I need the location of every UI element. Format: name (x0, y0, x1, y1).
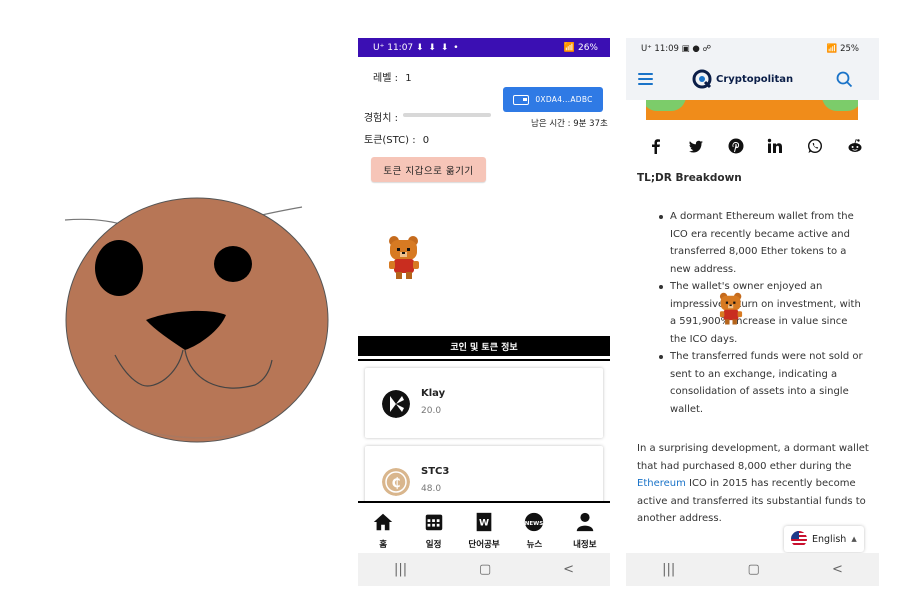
home-button-icon[interactable]: ▢ (479, 562, 491, 577)
coin-value: 20.0 (421, 406, 442, 416)
recent-apps-icon[interactable]: ||| (394, 562, 407, 577)
paragraph-text: In a surprising development, a dormant w… (637, 443, 869, 472)
news-article-screen: U⁺ 11:09 ▣ ● ☍ 📶 25% Cryptopolitan TL;DR… (626, 38, 879, 586)
brand-name: Cryptopolitan (716, 73, 794, 85)
person-icon (576, 512, 594, 532)
section-title: 코인 및 토큰 정보 (358, 336, 610, 356)
signal-icon: 📶 (826, 44, 838, 54)
home-button-icon[interactable]: ▢ (747, 562, 759, 577)
cryptopolitan-logo-icon (692, 69, 712, 89)
twitter-icon[interactable] (688, 138, 704, 154)
screenshot-collage: U⁺ 11:07 ⬇ ⬇ ⬇ • 📶 26% 레벨 : 1 경험치 : 토큰(S… (0, 0, 900, 597)
news-icon: NEWS (525, 512, 544, 532)
article-banner-image (646, 100, 858, 120)
list-item: A dormant Ethereum wallet from the ICO e… (654, 208, 866, 278)
facebook-icon[interactable] (648, 138, 664, 154)
back-icon[interactable]: < (563, 562, 574, 577)
level-value: 1 (405, 73, 412, 84)
site-logo[interactable]: Cryptopolitan (692, 69, 793, 89)
coin-name: STC3 (421, 466, 450, 477)
token-row: 토큰(STC) : 0 (364, 131, 429, 146)
calendar-icon (425, 514, 442, 531)
battery-level: 26% (577, 42, 598, 53)
article-paragraph: In a surprising development, a dormant w… (637, 440, 869, 528)
section-divider (358, 359, 610, 361)
bottom-navigation: 홈 일정 W 단어공부 NEWS 뉴스 내정보 (358, 501, 610, 553)
us-flag-icon (791, 531, 807, 547)
move-to-wallet-button[interactable]: 토큰 지갑으로 옮기기 (371, 157, 486, 182)
tldr-heading: TL;DR Breakdown (637, 172, 742, 184)
game-app-screen: U⁺ 11:07 ⬇ ⬇ ⬇ • 📶 26% 레벨 : 1 경험치 : 토큰(S… (358, 38, 610, 586)
nav-item-news[interactable]: NEWS 뉴스 (509, 503, 559, 553)
svg-text:NEWS: NEWS (525, 521, 543, 527)
nav-item-word-study[interactable]: W 단어공부 (459, 503, 509, 553)
bear-character-overlay[interactable] (718, 292, 744, 326)
xp-progress-bar (403, 113, 491, 117)
level-label: 레벨 : (373, 73, 398, 84)
nav-item-schedule[interactable]: 일정 (408, 503, 458, 553)
menu-icon[interactable] (638, 73, 653, 85)
wallet-icon (513, 94, 530, 105)
xp-label: 경험치 : (363, 113, 398, 124)
carrier-icon: U⁺ (373, 42, 385, 53)
coin-value: 48.0 (421, 484, 442, 494)
language-selector[interactable]: English ▲ (784, 526, 864, 552)
pinterest-icon[interactable] (728, 138, 744, 154)
nav-label: 일정 (425, 540, 442, 550)
whatsapp-icon[interactable] (807, 138, 823, 154)
token-label: 토큰(STC) : (364, 135, 416, 146)
status-bar: U⁺ 11:07 ⬇ ⬇ ⬇ • 📶 26% (358, 38, 610, 57)
status-bar: U⁺ 11:09 ▣ ● ☍ 📶 25% (626, 38, 879, 60)
carrier-icon: U⁺ (641, 44, 652, 54)
nav-label: 내정보 (573, 540, 597, 550)
bear-face-drawing (64, 197, 329, 443)
back-icon[interactable]: < (832, 562, 843, 577)
status-time: 11:07 (387, 42, 414, 53)
xp-row: 경험치 : (358, 109, 398, 124)
remaining-time: 남은 시간 : 9분 37초 (531, 119, 608, 129)
bear-character-sprite[interactable] (387, 235, 421, 281)
nav-label: 단어공부 (468, 540, 500, 550)
search-icon[interactable] (836, 71, 853, 88)
home-icon (374, 513, 393, 531)
language-label: English (812, 533, 847, 545)
wallet-address-button[interactable]: 0XDA4...ADBC (503, 87, 603, 112)
nav-item-my-info[interactable]: 내정보 (560, 503, 610, 553)
token-value: 0 (422, 135, 430, 146)
level-row: 레벨 : 1 (358, 69, 412, 84)
system-navigation-bar: ||| ▢ < (626, 553, 879, 586)
reddit-icon[interactable] (847, 138, 863, 154)
wallet-address: 0XDA4...ADBC (535, 95, 593, 104)
ethereum-link[interactable]: Ethereum (637, 478, 686, 489)
share-bar (648, 138, 863, 154)
nav-item-home[interactable]: 홈 (358, 503, 408, 553)
coin-card-klay[interactable]: Klay 20.0 (365, 368, 603, 438)
nav-label: 뉴스 (526, 540, 543, 550)
notification-icons: ▣ ● ☍ (681, 44, 712, 54)
linkedin-icon[interactable] (767, 138, 783, 154)
stc3-coin-icon: ₵ (382, 468, 410, 496)
signal-icon: 📶 (563, 42, 576, 53)
svg-text:W: W (479, 518, 489, 529)
system-navigation-bar: ||| ▢ < (358, 553, 610, 586)
coin-name: Klay (421, 388, 446, 399)
status-time: 11:09 (654, 44, 679, 54)
nav-label: 홈 (379, 540, 388, 550)
tldr-list: A dormant Ethereum wallet from the ICO e… (654, 208, 866, 418)
site-header: Cryptopolitan (626, 60, 879, 100)
caret-up-icon: ▲ (851, 535, 857, 543)
list-item: The transferred funds were not sold or s… (654, 348, 866, 418)
list-item: The wallet's owner enjoyed an impressive… (654, 278, 866, 348)
klay-logo-icon (382, 390, 410, 418)
game-panel: 레벨 : 1 경험치 : 토큰(STC) : 0 0XDA4...ADBC 남은… (358, 57, 610, 351)
word-book-icon: W (476, 512, 492, 532)
download-icons: ⬇ ⬇ ⬇ • (416, 42, 460, 53)
recent-apps-icon[interactable]: ||| (662, 562, 675, 577)
battery-level: 25% (840, 44, 859, 54)
svg-text:₵: ₵ (391, 476, 400, 491)
